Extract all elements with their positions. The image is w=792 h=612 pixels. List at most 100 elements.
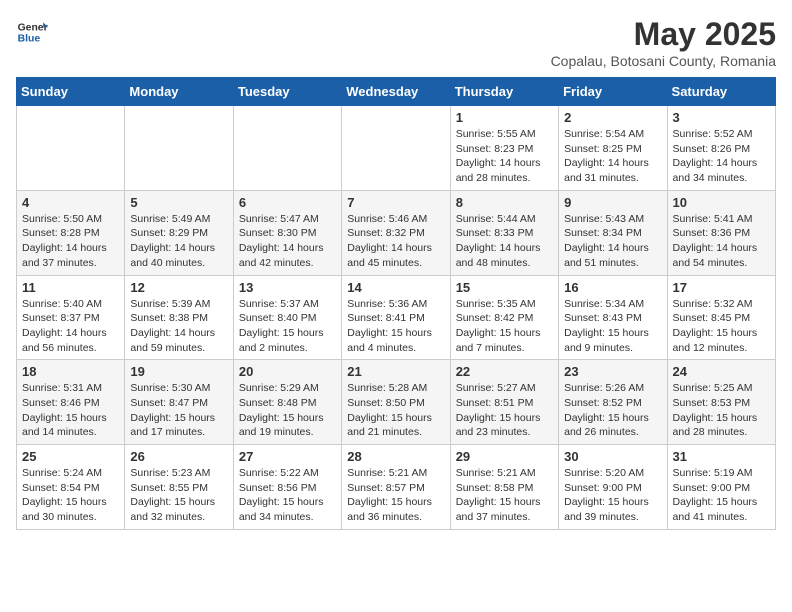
day-number: 13 — [239, 280, 336, 295]
calendar-cell: 25 Sunrise: 5:24 AM Sunset: 8:54 PM Dayli… — [17, 445, 125, 530]
col-header-sunday: Sunday — [17, 78, 125, 106]
day-info: Sunrise: 5:19 AM Sunset: 9:00 PM Dayligh… — [673, 466, 770, 525]
day-number: 1 — [456, 110, 553, 125]
calendar-cell: 5 Sunrise: 5:49 AM Sunset: 8:29 PM Daylig… — [125, 190, 233, 275]
day-number: 6 — [239, 195, 336, 210]
day-info: Sunrise: 5:36 AM Sunset: 8:41 PM Dayligh… — [347, 297, 444, 356]
day-info: Sunrise: 5:21 AM Sunset: 8:57 PM Dayligh… — [347, 466, 444, 525]
day-info: Sunrise: 5:54 AM Sunset: 8:25 PM Dayligh… — [564, 127, 661, 186]
day-info: Sunrise: 5:46 AM Sunset: 8:32 PM Dayligh… — [347, 212, 444, 271]
calendar-cell: 27Sunrise: 5:22 AM Sunset: 8:56 PM Dayli… — [233, 445, 341, 530]
calendar-week-row: 11Sunrise: 5:40 AM Sunset: 8:37 PM Dayli… — [17, 275, 776, 360]
calendar-cell — [125, 106, 233, 191]
calendar-cell: 2 Sunrise: 5:54 AM Sunset: 8:25 PM Daylig… — [559, 106, 667, 191]
calendar-cell: 23 Sunrise: 5:26 AM Sunset: 8:52 PM Dayli… — [559, 360, 667, 445]
day-info: Sunrise: 5:41 AM Sunset: 8:36 PM Dayligh… — [673, 212, 770, 271]
calendar-cell: 10 Sunrise: 5:41 AM Sunset: 8:36 PM Dayli… — [667, 190, 775, 275]
calendar-cell: 30 Sunrise: 5:20 AM Sunset: 9:00 PM Dayli… — [559, 445, 667, 530]
day-number: 18 — [22, 364, 119, 379]
day-number: 31 — [673, 449, 770, 464]
day-info: Sunrise: 5:49 AM Sunset: 8:29 PM Dayligh… — [130, 212, 227, 271]
day-info: Sunrise: 5:39 AM Sunset: 8:38 PM Dayligh… — [130, 297, 227, 356]
day-number: 5 — [130, 195, 227, 210]
calendar-cell — [233, 106, 341, 191]
day-number: 15 — [456, 280, 553, 295]
calendar-cell: 24 Sunrise: 5:25 AM Sunset: 8:53 PM Dayli… — [667, 360, 775, 445]
calendar-header-row: SundayMondayTuesdayWednesdayThursdayFrid… — [17, 78, 776, 106]
day-number: 30 — [564, 449, 661, 464]
day-number: 10 — [673, 195, 770, 210]
day-number: 25 — [22, 449, 119, 464]
calendar-cell: 17Sunrise: 5:32 AM Sunset: 8:45 PM Dayli… — [667, 275, 775, 360]
day-number: 7 — [347, 195, 444, 210]
day-info: Sunrise: 5:30 AM Sunset: 8:47 PM Dayligh… — [130, 381, 227, 440]
day-info: Sunrise: 5:21 AM Sunset: 8:58 PM Dayligh… — [456, 466, 553, 525]
day-info: Sunrise: 5:47 AM Sunset: 8:30 PM Dayligh… — [239, 212, 336, 271]
day-info: Sunrise: 5:24 AM Sunset: 8:54 PM Dayligh… — [22, 466, 119, 525]
calendar-cell: 6 Sunrise: 5:47 AM Sunset: 8:30 PM Daylig… — [233, 190, 341, 275]
day-number: 3 — [673, 110, 770, 125]
title-block: May 2025 Copalau, Botosani County, Roman… — [551, 16, 776, 69]
calendar-cell: 28 Sunrise: 5:21 AM Sunset: 8:57 PM Dayli… — [342, 445, 450, 530]
calendar-week-row: 18Sunrise: 5:31 AM Sunset: 8:46 PM Dayli… — [17, 360, 776, 445]
day-info: Sunrise: 5:52 AM Sunset: 8:26 PM Dayligh… — [673, 127, 770, 186]
day-number: 24 — [673, 364, 770, 379]
day-number: 4 — [22, 195, 119, 210]
calendar-cell: 22 Sunrise: 5:27 AM Sunset: 8:51 PM Dayli… — [450, 360, 558, 445]
day-number: 12 — [130, 280, 227, 295]
calendar-cell — [17, 106, 125, 191]
calendar-cell: 16 Sunrise: 5:34 AM Sunset: 8:43 PM Dayli… — [559, 275, 667, 360]
month-year-title: May 2025 — [551, 16, 776, 53]
day-number: 2 — [564, 110, 661, 125]
day-info: Sunrise: 5:44 AM Sunset: 8:33 PM Dayligh… — [456, 212, 553, 271]
day-number: 14 — [347, 280, 444, 295]
day-info: Sunrise: 5:22 AM Sunset: 8:56 PM Dayligh… — [239, 466, 336, 525]
day-number: 8 — [456, 195, 553, 210]
day-info: Sunrise: 5:43 AM Sunset: 8:34 PM Dayligh… — [564, 212, 661, 271]
calendar-cell: 12 Sunrise: 5:39 AM Sunset: 8:38 PM Dayli… — [125, 275, 233, 360]
col-header-tuesday: Tuesday — [233, 78, 341, 106]
calendar-cell: 29Sunrise: 5:21 AM Sunset: 8:58 PM Dayli… — [450, 445, 558, 530]
calendar-cell: 3 Sunrise: 5:52 AM Sunset: 8:26 PM Daylig… — [667, 106, 775, 191]
calendar-cell: 9 Sunrise: 5:43 AM Sunset: 8:34 PM Daylig… — [559, 190, 667, 275]
day-number: 28 — [347, 449, 444, 464]
calendar-week-row: 25 Sunrise: 5:24 AM Sunset: 8:54 PM Dayli… — [17, 445, 776, 530]
day-info: Sunrise: 5:50 AM Sunset: 8:28 PM Dayligh… — [22, 212, 119, 271]
calendar-week-row: 1 Sunrise: 5:55 AM Sunset: 8:23 PM Daylig… — [17, 106, 776, 191]
day-info: Sunrise: 5:29 AM Sunset: 8:48 PM Dayligh… — [239, 381, 336, 440]
day-info: Sunrise: 5:55 AM Sunset: 8:23 PM Dayligh… — [456, 127, 553, 186]
calendar-cell: 14 Sunrise: 5:36 AM Sunset: 8:41 PM Dayli… — [342, 275, 450, 360]
calendar-cell: 13Sunrise: 5:37 AM Sunset: 8:40 PM Dayli… — [233, 275, 341, 360]
calendar-table: SundayMondayTuesdayWednesdayThursdayFrid… — [16, 77, 776, 530]
col-header-wednesday: Wednesday — [342, 78, 450, 106]
calendar-cell: 15Sunrise: 5:35 AM Sunset: 8:42 PM Dayli… — [450, 275, 558, 360]
calendar-cell: 31 Sunrise: 5:19 AM Sunset: 9:00 PM Dayli… — [667, 445, 775, 530]
calendar-cell: 19 Sunrise: 5:30 AM Sunset: 8:47 PM Dayli… — [125, 360, 233, 445]
day-info: Sunrise: 5:25 AM Sunset: 8:53 PM Dayligh… — [673, 381, 770, 440]
day-info: Sunrise: 5:20 AM Sunset: 9:00 PM Dayligh… — [564, 466, 661, 525]
day-info: Sunrise: 5:27 AM Sunset: 8:51 PM Dayligh… — [456, 381, 553, 440]
day-info: Sunrise: 5:26 AM Sunset: 8:52 PM Dayligh… — [564, 381, 661, 440]
general-blue-logo-icon: General Blue — [16, 16, 48, 48]
day-info: Sunrise: 5:23 AM Sunset: 8:55 PM Dayligh… — [130, 466, 227, 525]
day-info: Sunrise: 5:32 AM Sunset: 8:45 PM Dayligh… — [673, 297, 770, 356]
day-number: 19 — [130, 364, 227, 379]
location-subtitle: Copalau, Botosani County, Romania — [551, 53, 776, 69]
logo: General Blue — [16, 16, 48, 48]
calendar-cell: 18Sunrise: 5:31 AM Sunset: 8:46 PM Dayli… — [17, 360, 125, 445]
svg-text:Blue: Blue — [18, 34, 41, 45]
calendar-week-row: 4 Sunrise: 5:50 AM Sunset: 8:28 PM Daylig… — [17, 190, 776, 275]
day-number: 23 — [564, 364, 661, 379]
col-header-friday: Friday — [559, 78, 667, 106]
calendar-cell: 21Sunrise: 5:28 AM Sunset: 8:50 PM Dayli… — [342, 360, 450, 445]
calendar-cell: 26Sunrise: 5:23 AM Sunset: 8:55 PM Dayli… — [125, 445, 233, 530]
col-header-thursday: Thursday — [450, 78, 558, 106]
day-number: 16 — [564, 280, 661, 295]
day-info: Sunrise: 5:34 AM Sunset: 8:43 PM Dayligh… — [564, 297, 661, 356]
day-number: 22 — [456, 364, 553, 379]
day-info: Sunrise: 5:40 AM Sunset: 8:37 PM Dayligh… — [22, 297, 119, 356]
day-number: 9 — [564, 195, 661, 210]
day-info: Sunrise: 5:28 AM Sunset: 8:50 PM Dayligh… — [347, 381, 444, 440]
calendar-cell: 11Sunrise: 5:40 AM Sunset: 8:37 PM Dayli… — [17, 275, 125, 360]
calendar-cell: 8 Sunrise: 5:44 AM Sunset: 8:33 PM Daylig… — [450, 190, 558, 275]
